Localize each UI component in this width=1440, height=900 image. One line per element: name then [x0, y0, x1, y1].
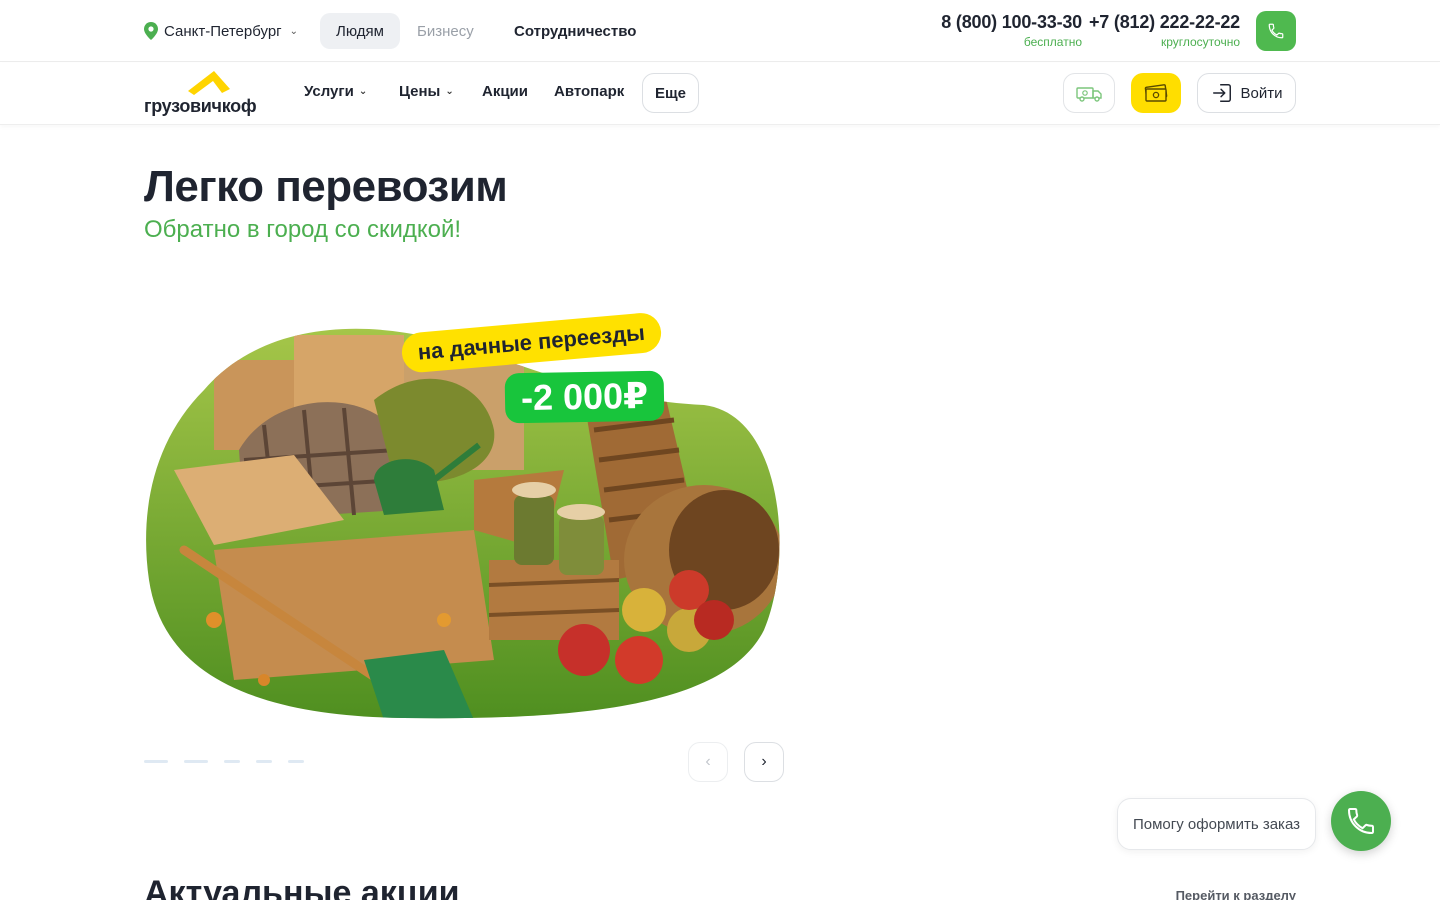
phone-number: 8 (800) 100-33-30 — [941, 12, 1082, 32]
phone-free[interactable]: 8 (800) 100-33-30 бесплатно — [941, 12, 1082, 49]
nav-label: Услуги — [304, 83, 354, 100]
chevron-down-icon: ⌄ — [289, 25, 299, 37]
phone-number: +7 (812) 222-22-22 — [1088, 12, 1240, 32]
chevron-right-icon: › — [761, 753, 767, 770]
login-label: Войти — [1240, 84, 1283, 102]
help-call-button[interactable] — [1331, 791, 1391, 851]
main-nav: грузовичкоф Услуги ⌄ Цены ⌄ Акции Автопа… — [0, 63, 1440, 125]
nav-label: Цены — [399, 83, 441, 100]
slider-prev-button[interactable]: ‹ — [688, 742, 728, 782]
nav-services[interactable]: Услуги ⌄ — [304, 83, 367, 100]
city-selector[interactable]: Санкт-Петербург ⌄ — [144, 20, 298, 42]
slide-dot[interactable] — [144, 760, 168, 763]
location-pin-icon — [144, 22, 158, 40]
nav-promos[interactable]: Акции — [482, 83, 528, 100]
more-button[interactable]: Еще — [642, 73, 700, 113]
phone-icon — [1268, 23, 1284, 39]
phone-icon — [1347, 808, 1374, 835]
call-button[interactable] — [1256, 11, 1296, 51]
phone-note: бесплатно — [1023, 35, 1082, 49]
truck-money-icon — [1076, 87, 1102, 102]
phone-24h[interactable]: +7 (812) 222-22-22 круглосуточно — [1089, 12, 1240, 49]
city-name: Санкт-Петербург — [164, 22, 282, 40]
phone-note: круглосуточно — [1160, 35, 1240, 49]
hero-title: Легко перевозим — [144, 162, 508, 211]
section-title: Актуальные акции — [144, 874, 460, 900]
cash-button[interactable] — [1131, 73, 1181, 113]
hero-subtitle: Обратно в город со скидкой! — [144, 216, 462, 243]
slide-dot[interactable] — [184, 760, 208, 763]
tab-cooperation[interactable]: Сотрудничество — [498, 13, 652, 49]
chevron-down-icon: ⌄ — [445, 86, 454, 97]
slider-pagination — [144, 760, 304, 763]
chevron-down-icon: ⌄ — [358, 86, 368, 97]
logo-roof-icon — [188, 71, 230, 95]
tab-people[interactable]: Людям — [320, 13, 400, 49]
banner-illustration — [146, 328, 780, 719]
nav-label: Автопарк — [554, 83, 625, 100]
logo-text: грузовичкоф — [144, 96, 257, 116]
truck-money-button[interactable] — [1063, 73, 1115, 113]
help-bubble[interactable]: Помогу оформить заказ — [1117, 798, 1316, 850]
slider-next-button[interactable]: › — [744, 742, 784, 782]
section-link[interactable]: Перейти к разделу — [1176, 888, 1296, 900]
slide-dot[interactable] — [256, 760, 272, 763]
cash-icon — [1144, 84, 1168, 102]
nav-label: Акции — [482, 83, 529, 100]
promo-banner[interactable] — [144, 320, 784, 720]
top-bar: Санкт-Петербург ⌄ Людям Бизнесу Сотрудни… — [0, 0, 1440, 62]
nav-fleet[interactable]: Автопарк — [554, 83, 624, 100]
slide-dot[interactable] — [288, 760, 304, 763]
nav-prices[interactable]: Цены ⌄ — [399, 83, 454, 100]
tab-business[interactable]: Бизнесу — [401, 13, 490, 49]
login-button[interactable]: Войти — [1197, 73, 1296, 113]
discount-badge: -2 000₽ — [504, 370, 665, 424]
chevron-left-icon: ‹ — [705, 753, 711, 770]
slide-dot[interactable] — [224, 760, 240, 763]
logo[interactable]: грузовичкоф — [144, 69, 274, 119]
login-icon — [1212, 84, 1231, 102]
